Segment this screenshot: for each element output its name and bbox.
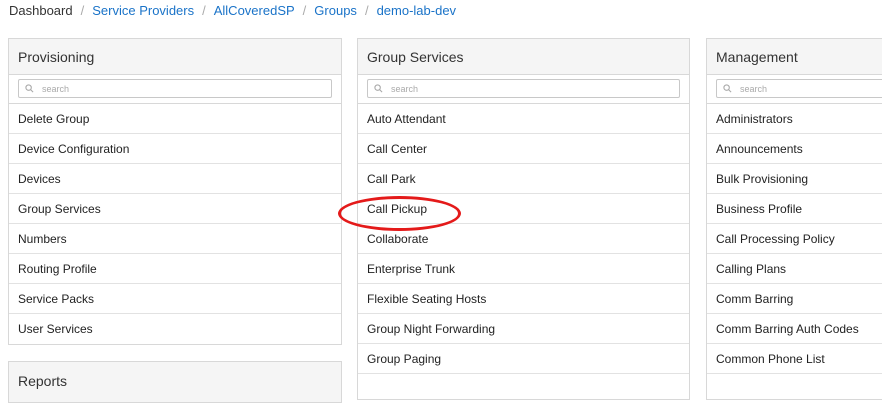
list-item-numbers[interactable]: Numbers bbox=[9, 224, 341, 254]
list-item-delete-group[interactable]: Delete Group bbox=[9, 104, 341, 134]
list-item-bulk-provisioning[interactable]: Bulk Provisioning bbox=[707, 164, 882, 194]
search-input[interactable]: search bbox=[716, 79, 882, 98]
reports-panel: Reports bbox=[8, 361, 342, 403]
list-item-common-phone-list[interactable]: Common Phone List bbox=[707, 344, 882, 374]
breadcrumb-current-group[interactable]: demo-lab-dev bbox=[377, 3, 457, 18]
list-item-routing-profile[interactable]: Routing Profile bbox=[9, 254, 341, 284]
breadcrumb-separator: / bbox=[364, 3, 369, 18]
breadcrumb-separator: / bbox=[302, 3, 307, 18]
management-panel: Management search Administrators Announc… bbox=[706, 38, 882, 400]
panel-title: Reports bbox=[18, 373, 68, 389]
breadcrumb-allcoveredsp[interactable]: AllCoveredSP bbox=[214, 3, 295, 18]
list-item-group-night-forwarding[interactable]: Group Night Forwarding bbox=[358, 314, 689, 344]
list-item-auto-attendant[interactable]: Auto Attendant bbox=[358, 104, 689, 134]
list-item-device-configuration[interactable]: Device Configuration bbox=[9, 134, 341, 164]
list-item-call-park[interactable]: Call Park bbox=[358, 164, 689, 194]
breadcrumb-dashboard[interactable]: Dashboard bbox=[9, 3, 73, 18]
list-item-administrators[interactable]: Administrators bbox=[707, 104, 882, 134]
list-item-user-services[interactable]: User Services bbox=[9, 314, 341, 344]
list-item-flexible-seating-hosts[interactable]: Flexible Seating Hosts bbox=[358, 284, 689, 314]
list-item-announcements[interactable]: Announcements bbox=[707, 134, 882, 164]
search-placeholder: search bbox=[740, 83, 768, 94]
list-item-call-processing-policy[interactable]: Call Processing Policy bbox=[707, 224, 882, 254]
search-input[interactable]: search bbox=[18, 79, 332, 98]
search-placeholder: search bbox=[42, 83, 70, 94]
group-services-panel: Group Services search Auto Attendant Cal… bbox=[357, 38, 690, 400]
list-item-call-center[interactable]: Call Center bbox=[358, 134, 689, 164]
search-placeholder: search bbox=[391, 83, 419, 94]
search-row: search bbox=[358, 75, 689, 104]
list-item-group-services[interactable]: Group Services bbox=[9, 194, 341, 224]
breadcrumb-separator: / bbox=[80, 3, 85, 18]
panel-title: Group Services bbox=[358, 39, 689, 75]
list-item-comm-barring[interactable]: Comm Barring bbox=[707, 284, 882, 314]
search-icon bbox=[25, 84, 34, 93]
list-item-collaborate[interactable]: Collaborate bbox=[358, 224, 689, 254]
search-icon bbox=[723, 84, 732, 93]
panel-title: Management bbox=[707, 39, 882, 75]
panel-title: Provisioning bbox=[9, 39, 341, 75]
list-item-calling-plans[interactable]: Calling Plans bbox=[707, 254, 882, 284]
breadcrumb-service-providers[interactable]: Service Providers bbox=[92, 3, 194, 18]
list-item-comm-barring-auth-codes[interactable]: Comm Barring Auth Codes bbox=[707, 314, 882, 344]
list-item-call-pickup[interactable]: Call Pickup bbox=[358, 194, 689, 224]
list-item-group-paging[interactable]: Group Paging bbox=[358, 344, 689, 374]
breadcrumb-separator: / bbox=[202, 3, 206, 18]
search-row: search bbox=[707, 75, 882, 104]
list-item-service-packs[interactable]: Service Packs bbox=[9, 284, 341, 314]
search-row: search bbox=[9, 75, 341, 104]
breadcrumb: Dashboard / Service Providers / AllCoveredSP… bbox=[9, 3, 456, 18]
search-input[interactable]: search bbox=[367, 79, 680, 98]
list-item-devices[interactable]: Devices bbox=[9, 164, 341, 194]
search-icon bbox=[374, 84, 383, 93]
list-item-business-profile[interactable]: Business Profile bbox=[707, 194, 882, 224]
list-item-enterprise-trunk[interactable]: Enterprise Trunk bbox=[358, 254, 689, 284]
breadcrumb-groups[interactable]: Groups bbox=[314, 3, 357, 18]
provisioning-panel: Provisioning search Delete Group Device … bbox=[8, 38, 342, 345]
